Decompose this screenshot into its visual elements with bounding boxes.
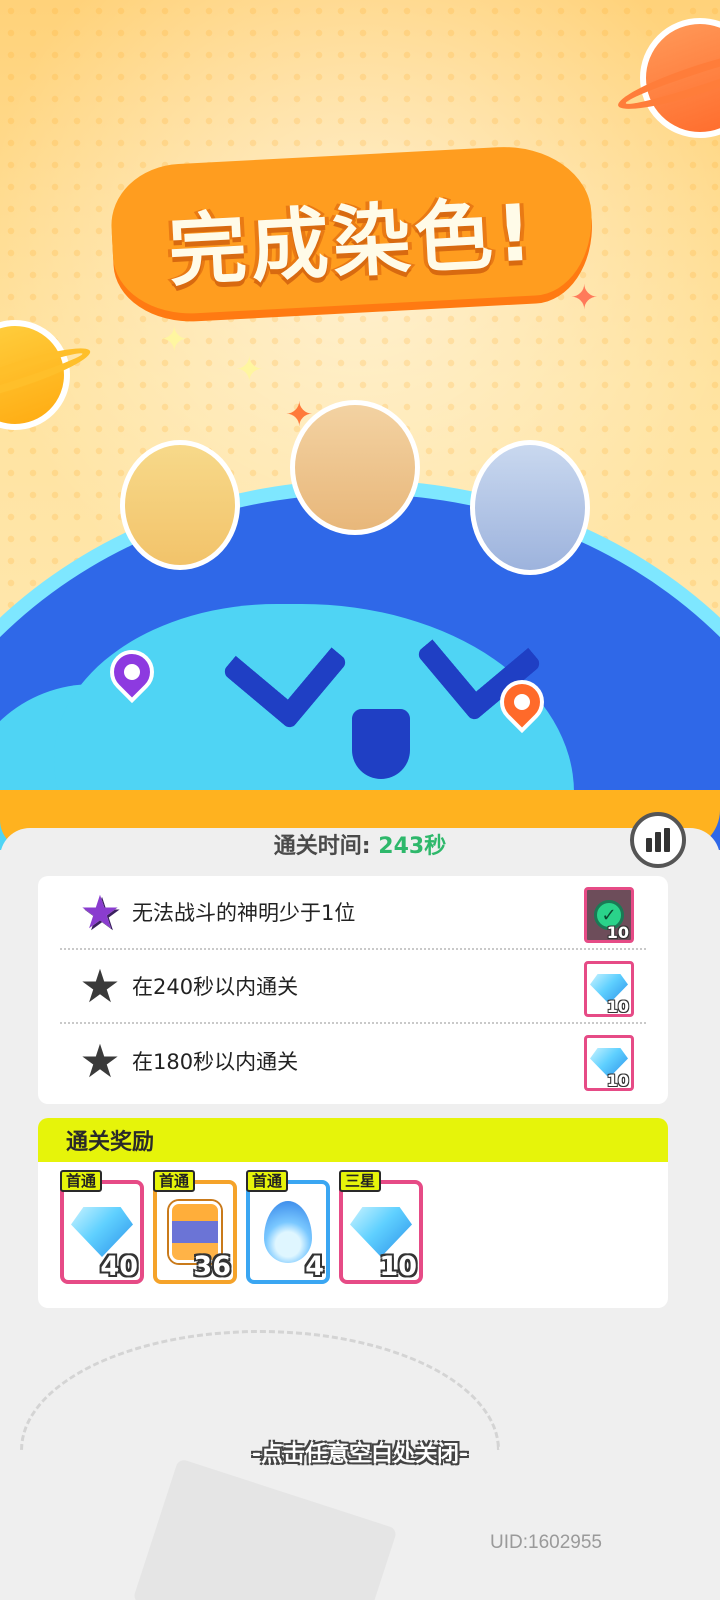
sparkle-icon: ✦ xyxy=(570,278,599,318)
reward-count: 10 xyxy=(606,923,629,942)
objectives-panel: ★ 无法战斗的神明少于1位 ✓ 10 ★ 在240秒以内通关 10 ★ 在180… xyxy=(38,876,668,1104)
objective-reward[interactable]: 10 xyxy=(584,961,634,1017)
globe-mouth xyxy=(352,709,410,779)
clear-time-label: 通关时间: xyxy=(273,834,371,859)
objective-row: ★ 在180秒以内通关 10 xyxy=(60,1024,646,1098)
objective-reward[interactable]: ✓ 10 xyxy=(584,887,634,943)
rewards-header: 通关奖励 xyxy=(38,1118,668,1162)
reward-tag: 首通 xyxy=(246,1170,289,1192)
sparkle-icon: ✦ xyxy=(160,320,189,360)
gem-icon xyxy=(350,1207,412,1257)
bar-chart-icon xyxy=(646,828,670,852)
reward-count: 4 xyxy=(305,1251,324,1282)
objective-text: 在240秒以内通关 xyxy=(132,975,299,999)
clear-time-value: 243秒 xyxy=(378,834,447,859)
reward-count: 10 xyxy=(606,1071,629,1090)
objective-text: 无法战斗的神明少于1位 xyxy=(132,901,356,925)
gem-icon xyxy=(71,1207,133,1257)
planet-decoration xyxy=(0,320,94,430)
objective-row: ★ 无法战斗的神明少于1位 ✓ 10 xyxy=(60,876,646,950)
reward-tag: 首通 xyxy=(60,1170,103,1192)
star-empty-icon: ★ xyxy=(79,959,121,1013)
star-filled-icon: ★ xyxy=(79,885,121,939)
air-ticket-decoration xyxy=(132,1458,398,1600)
planet-decoration xyxy=(613,18,720,138)
sparkle-icon: ✦ xyxy=(235,350,264,390)
reward-count: 10 xyxy=(379,1251,417,1282)
reward-tag: 首通 xyxy=(153,1170,196,1192)
reward-item[interactable]: 首通 36 xyxy=(153,1170,237,1284)
reward-item[interactable]: 首通 4 xyxy=(246,1170,330,1284)
close-hint[interactable]: -点击任意空白处关闭- xyxy=(0,1436,720,1468)
hero-banner: 完成染色! ✦ ✦ ✦ ✦ xyxy=(0,0,720,850)
reward-count: 40 xyxy=(100,1251,138,1282)
reward-item[interactable]: 首通 40 xyxy=(60,1170,144,1284)
character-portrait xyxy=(470,440,590,575)
clear-time: 通关时间: 243秒 xyxy=(0,828,720,860)
reward-item[interactable]: 三星 10 xyxy=(339,1170,423,1284)
objective-text: 在180秒以内通关 xyxy=(132,1050,299,1074)
objective-row: ★ 在240秒以内通关 10 xyxy=(60,950,646,1024)
reward-list: 首通 40 首通 36 首通 4 三星 10 xyxy=(38,1162,668,1284)
reward-count: 36 xyxy=(193,1251,231,1282)
reward-count: 10 xyxy=(606,997,629,1016)
objective-reward[interactable]: 10 xyxy=(584,1035,634,1091)
reward-tag: 三星 xyxy=(339,1170,382,1192)
character-portrait xyxy=(120,440,240,570)
user-id: UID:1602955 xyxy=(490,1532,602,1553)
character-portrait xyxy=(290,400,420,535)
clear-rewards-panel: 通关奖励 首通 40 首通 36 首通 4 三星 10 xyxy=(38,1118,668,1308)
star-empty-icon: ★ xyxy=(79,1034,121,1088)
dashed-path-decoration xyxy=(20,1330,500,1450)
stats-button[interactable] xyxy=(630,812,686,868)
